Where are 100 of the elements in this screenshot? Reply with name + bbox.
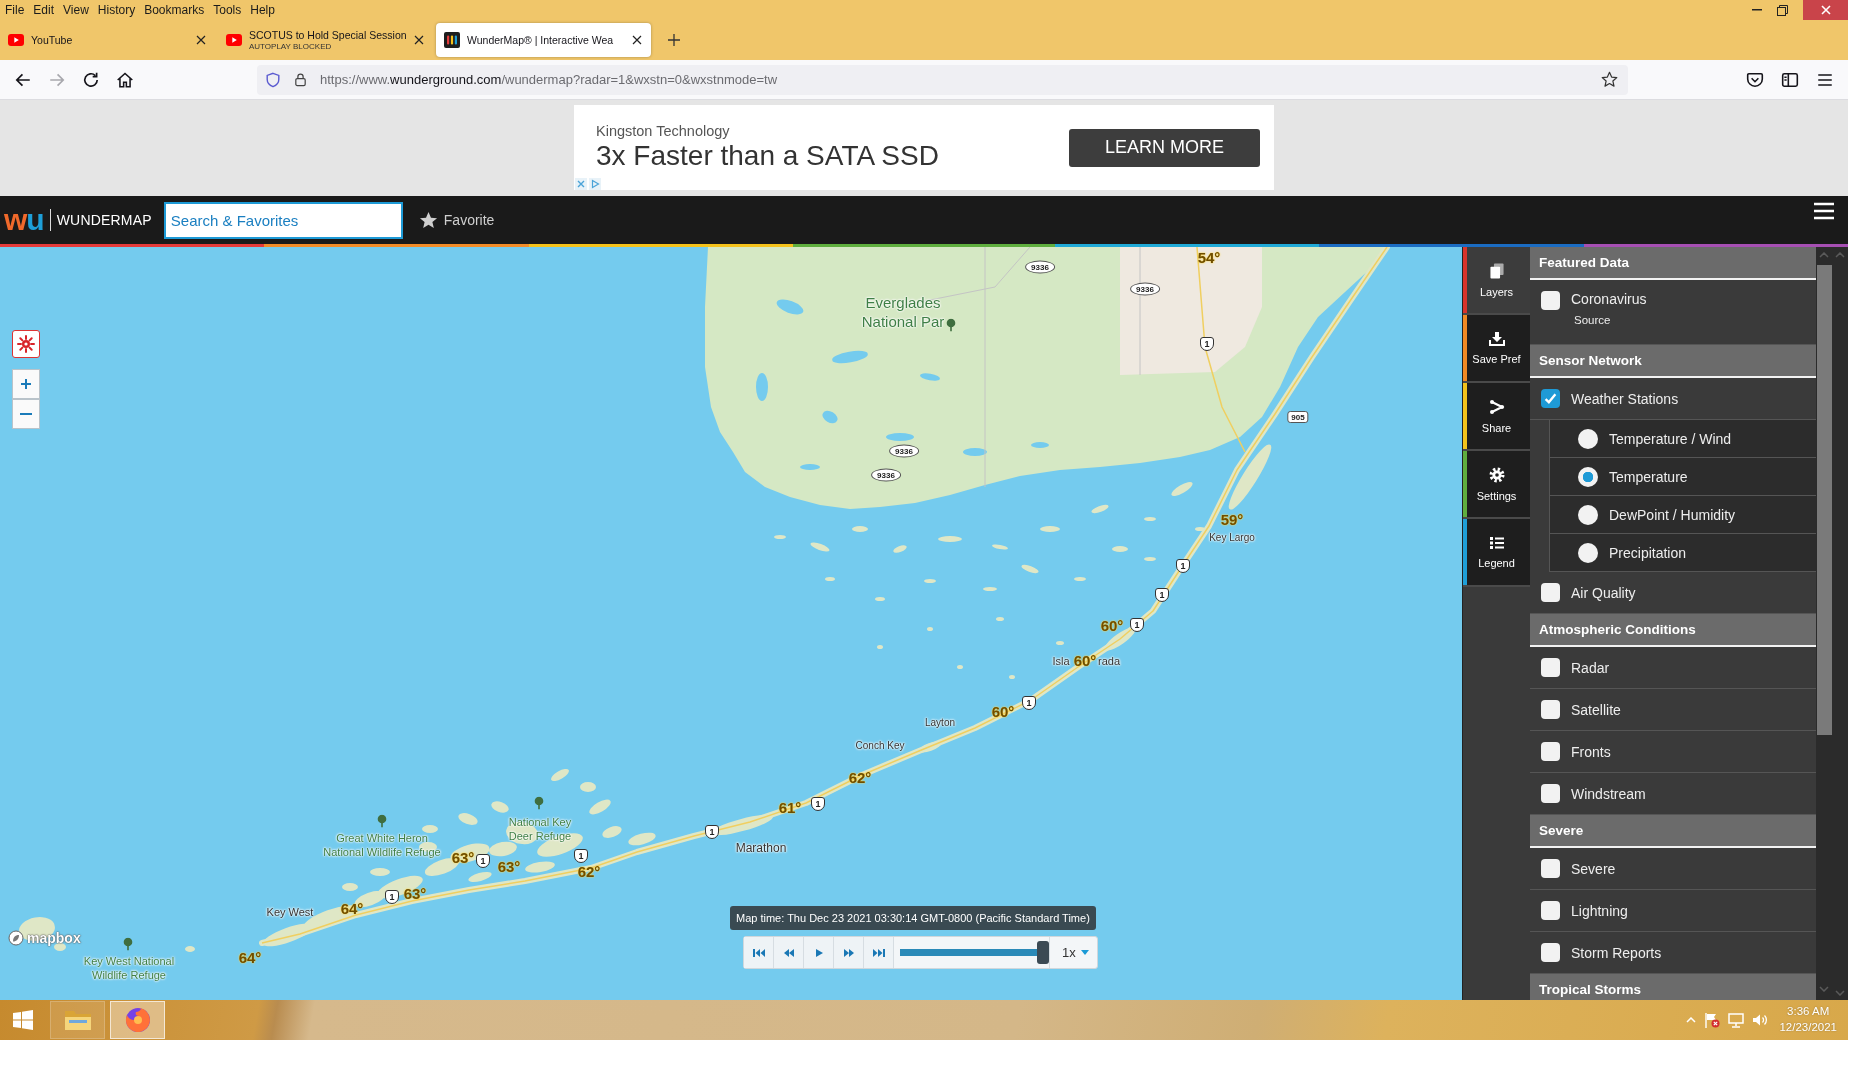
rewind-button[interactable] <box>774 937 804 968</box>
source-link[interactable]: Source <box>1574 314 1647 326</box>
zoom-out-button[interactable] <box>12 399 40 429</box>
layer-label[interactable]: Windstream <box>1571 785 1646 802</box>
layer-label[interactable]: Severe <box>1571 860 1616 877</box>
layer-label[interactable]: Weather Stations <box>1571 390 1679 407</box>
temperature-marker[interactable]: 63° <box>403 884 427 902</box>
minus-icon <box>20 413 32 415</box>
layer-label[interactable]: Lightning <box>1571 902 1628 919</box>
temperature-marker[interactable]: 59° <box>1220 510 1244 528</box>
browser-tab[interactable]: WunderMap® | Interactive Wea <box>436 23 651 57</box>
pocket-icon[interactable] <box>1746 70 1764 89</box>
taskbar-app[interactable] <box>110 1001 165 1039</box>
reload-icon[interactable] <box>82 70 100 89</box>
menu-item[interactable]: Help <box>250 3 275 17</box>
menu-icon[interactable] <box>1814 202 1834 220</box>
radio-button[interactable] <box>1578 466 1598 487</box>
route-shield: 1 <box>574 849 588 863</box>
checkbox[interactable] <box>1541 943 1560 962</box>
temperature-marker[interactable]: 60° <box>1100 616 1124 634</box>
scrollbar-thumb[interactable] <box>1816 265 1832 735</box>
temperature-marker[interactable]: 64° <box>238 948 262 966</box>
option-label[interactable]: Precipitation <box>1609 544 1687 561</box>
sidebar-tab[interactable]: Legend <box>1463 519 1530 587</box>
app-logo[interactable]: wu <box>4 205 44 235</box>
radio-button[interactable] <box>1578 504 1598 525</box>
checkbox[interactable] <box>1541 291 1560 310</box>
layer-label[interactable]: Radar <box>1571 659 1610 676</box>
temperature-marker[interactable]: 54° <box>1197 248 1221 266</box>
home-icon[interactable] <box>116 70 134 89</box>
layer-label[interactable]: Storm Reports <box>1571 944 1662 961</box>
skip-forward-button[interactable] <box>864 937 894 968</box>
temperature-marker[interactable]: 63° <box>497 857 521 875</box>
option-label[interactable]: Temperature / Wind <box>1609 430 1732 447</box>
sidebar-tab[interactable]: Save Pref <box>1463 315 1530 383</box>
ad-headline[interactable]: 3x Faster than a SATA SSD <box>596 140 939 172</box>
layer-label[interactable]: Satellite <box>1571 701 1621 718</box>
menu-item[interactable]: File <box>5 3 25 17</box>
new-tab-icon[interactable] <box>668 34 680 46</box>
flag-icon[interactable] <box>1704 1012 1721 1028</box>
checkbox[interactable] <box>1541 700 1560 719</box>
zoom-in-button[interactable] <box>12 369 40 399</box>
checkbox[interactable] <box>1541 583 1560 602</box>
url-text[interactable]: https://www.wunderground.com/wundermap?radar=1&wxstn=0&wxstnmode=tw <box>320 72 778 87</box>
sidebar-tab[interactable]: Settings <box>1463 451 1530 519</box>
temperature-marker[interactable]: 62° <box>848 768 872 786</box>
place-label: rada <box>1098 654 1120 669</box>
temperature-marker[interactable]: 61° <box>778 798 802 816</box>
restore-icon[interactable] <box>1777 4 1788 16</box>
close-button[interactable] <box>1803 0 1848 20</box>
radio-button[interactable] <box>1578 428 1598 449</box>
menu-item[interactable]: View <box>63 3 89 17</box>
map-tool-button[interactable] <box>12 330 40 358</box>
play-button[interactable] <box>804 937 834 968</box>
checkbox[interactable] <box>1541 742 1560 761</box>
minimize-icon[interactable] <box>1752 9 1762 11</box>
menu-item[interactable]: History <box>97 3 136 17</box>
checkbox[interactable] <box>1541 389 1560 408</box>
checkbox[interactable] <box>1541 901 1560 920</box>
browser-tab[interactable]: YouTube <box>0 23 215 57</box>
radio-button[interactable] <box>1578 542 1598 563</box>
checkbox[interactable] <box>1541 784 1560 803</box>
sidebar-tab[interactable]: Share <box>1463 383 1530 451</box>
lock-icon[interactable] <box>293 72 308 87</box>
star-icon[interactable] <box>1601 71 1618 88</box>
ad-close-icon[interactable] <box>575 178 587 190</box>
sidebar-tab[interactable]: Layers <box>1463 247 1530 315</box>
skip-back-button[interactable] <box>744 937 774 968</box>
fast-forward-button[interactable] <box>834 937 864 968</box>
shield-icon[interactable] <box>265 71 281 88</box>
menu-item[interactable]: Bookmarks <box>144 3 205 17</box>
layer-label[interactable]: Fronts <box>1571 743 1611 760</box>
checkbox[interactable] <box>1541 859 1560 878</box>
checkbox[interactable] <box>1541 658 1560 677</box>
close-icon[interactable] <box>195 34 207 46</box>
layer-label[interactable]: Air Quality <box>1571 584 1636 601</box>
address-field[interactable]: https://www.wunderground.com/wundermap?radar=1&wxstn=0&wxstnmode=tw <box>257 64 1628 95</box>
search-field[interactable]: Search & Favorites <box>163 201 403 239</box>
learn-more-button[interactable]: LEARN MORE <box>1069 128 1260 167</box>
option-label[interactable]: Temperature <box>1609 468 1688 485</box>
option-label[interactable]: DewPoint / Humidity <box>1609 506 1736 523</box>
menu-item[interactable]: Edit <box>33 3 55 17</box>
sidebar-icon[interactable] <box>1781 70 1799 89</box>
ad-advertiser[interactable]: Kingston Technology <box>596 123 939 139</box>
close-icon[interactable] <box>631 34 643 46</box>
ad-card[interactable]: Kingston Technology 3x Faster than a SATA SSD LEARN MORE <box>574 105 1274 190</box>
ad-info-icon[interactable] <box>589 178 601 190</box>
favorite-button[interactable]: Favorite <box>418 210 495 230</box>
browser-tab[interactable]: SCOTUS to Hold Special Session AUTOPLAY BLOCKED <box>218 23 433 57</box>
temperature-marker[interactable]: 64° <box>340 899 364 917</box>
slider-thumb[interactable] <box>1037 941 1049 964</box>
speed-select[interactable]: 1x <box>1049 937 1097 968</box>
temperature-marker[interactable]: 62° <box>577 862 601 880</box>
layer-label[interactable]: Coronavirus <box>1571 291 1647 307</box>
temperature-marker[interactable]: 60° <box>991 702 1015 720</box>
temperature-marker[interactable]: 63° <box>451 848 475 866</box>
map-time-tooltip: Map time: Thu Dec 23 2021 03:30:14 GMT-0800 (Pacific Standard Time) <box>730 906 1096 930</box>
sun-icon <box>17 335 35 353</box>
close-icon[interactable] <box>413 34 425 46</box>
menu-item[interactable]: Tools <box>213 3 242 17</box>
